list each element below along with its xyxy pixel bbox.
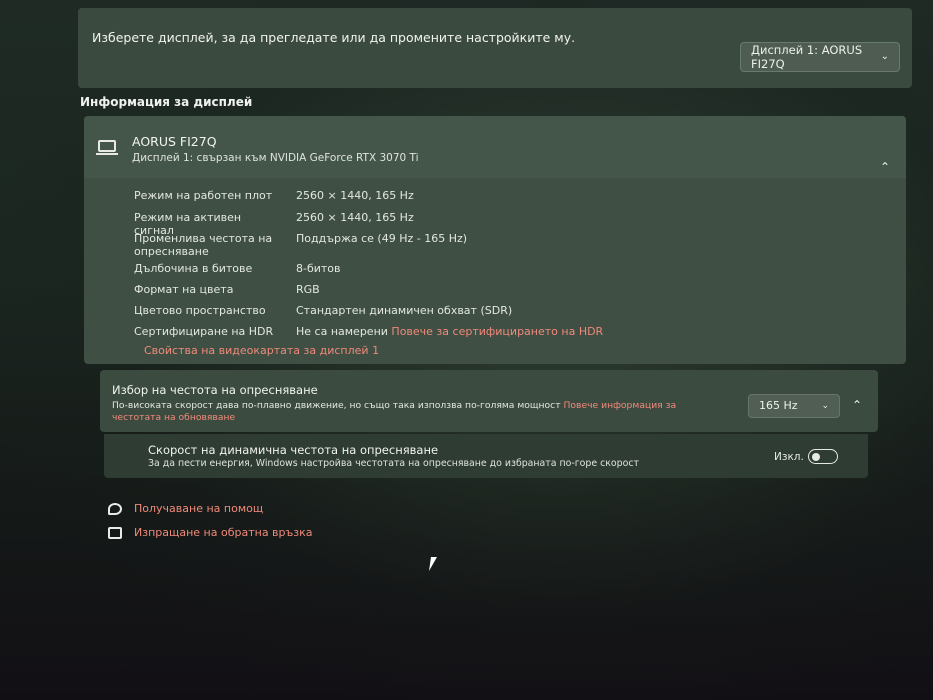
chevron-down-icon: ⌄ [880,51,889,62]
info-value: Поддържа се (49 Hz - 165 Hz) [296,232,468,245]
display-selector-panel: Изберете дисплей, за да прегледате или д… [78,8,912,88]
info-value: 2560 × 1440, 165 Hz [296,211,414,224]
chevron-up-icon[interactable]: ⌃ [880,160,890,174]
info-label: Променлива честота на опресняване [134,232,273,258]
refresh-rate-title: Избор на честота на опресняване [112,383,318,397]
info-label: Режим на работен плот [134,189,273,202]
display-dropdown-value: Дисплей 1: AORUS FI27Q [751,43,863,71]
dynamic-refresh-description: За да пести енергия, Windows настройва ч… [148,458,639,469]
refresh-rate-value: 165 Hz [759,399,798,412]
dynamic-refresh-title: Скорост на динамична честота на опресняв… [148,443,439,457]
feedback-icon [108,526,122,539]
refresh-rate-desc-text: По-високата скорост дава по-плавно движе… [112,400,561,411]
info-value: 2560 × 1440, 165 Hz [296,189,414,202]
refresh-rate-description: По-високата скорост дава по-плавно движе… [112,400,712,424]
display-name: AORUS FI27Q [132,134,217,149]
info-value: 8-битов [296,262,341,275]
feedback-link[interactable]: Изпращане на обратна връзка [108,526,313,539]
get-help-link[interactable]: Получаване на помощ [108,502,263,515]
display-info-card: AORUS FI27Q Дисплей 1: свързан към NVIDI… [84,116,906,364]
refresh-rate-card: Избор на честота на опресняване По-висок… [100,370,878,432]
info-value: RGB [296,283,320,296]
hdr-cert-link[interactable]: Повече за сертифицирането на HDR [391,325,603,338]
display-selector-prompt: Изберете дисплей, за да прегледате или д… [92,30,576,45]
monitor-icon [96,140,118,155]
display-dropdown[interactable]: Дисплей 1: AORUS FI27Q ⌄ [740,42,900,72]
info-value: Не са намерени Повече за сертифицирането… [296,325,603,338]
info-label: Дълбочина в битове [134,262,253,275]
info-label: Формат на цвета [134,283,234,296]
section-title: Информация за дисплей [80,95,253,109]
display-info-header[interactable]: AORUS FI27Q Дисплей 1: свързан към NVIDI… [84,116,906,178]
toggle-state-label: Изкл. [774,451,804,463]
cursor-icon [429,557,437,571]
feedback-label: Изпращане на обратна връзка [134,526,313,539]
help-icon [108,502,122,515]
dynamic-refresh-toggle[interactable] [808,449,838,464]
chevron-down-icon: ⌄ [821,401,829,411]
chevron-up-icon[interactable]: ⌃ [852,398,862,412]
gpu-properties-link[interactable]: Свойства на видеокартата за дисплей 1 [144,344,379,357]
toggle-knob [812,452,820,461]
info-value: Стандартен динамичен обхват (SDR) [296,304,513,317]
display-subtitle: Дисплей 1: свързан към NVIDIA GeForce RT… [132,152,419,164]
refresh-rate-dropdown[interactable]: 165 Hz ⌄ [748,394,840,418]
info-label: Цветово пространство [134,304,266,317]
info-label: Сертифициране на HDR [134,325,274,338]
get-help-label: Получаване на помощ [134,502,264,515]
dynamic-refresh-card: Скорост на динамична честота на опресняв… [104,434,868,478]
hdr-status: Не са намерени [296,325,388,338]
